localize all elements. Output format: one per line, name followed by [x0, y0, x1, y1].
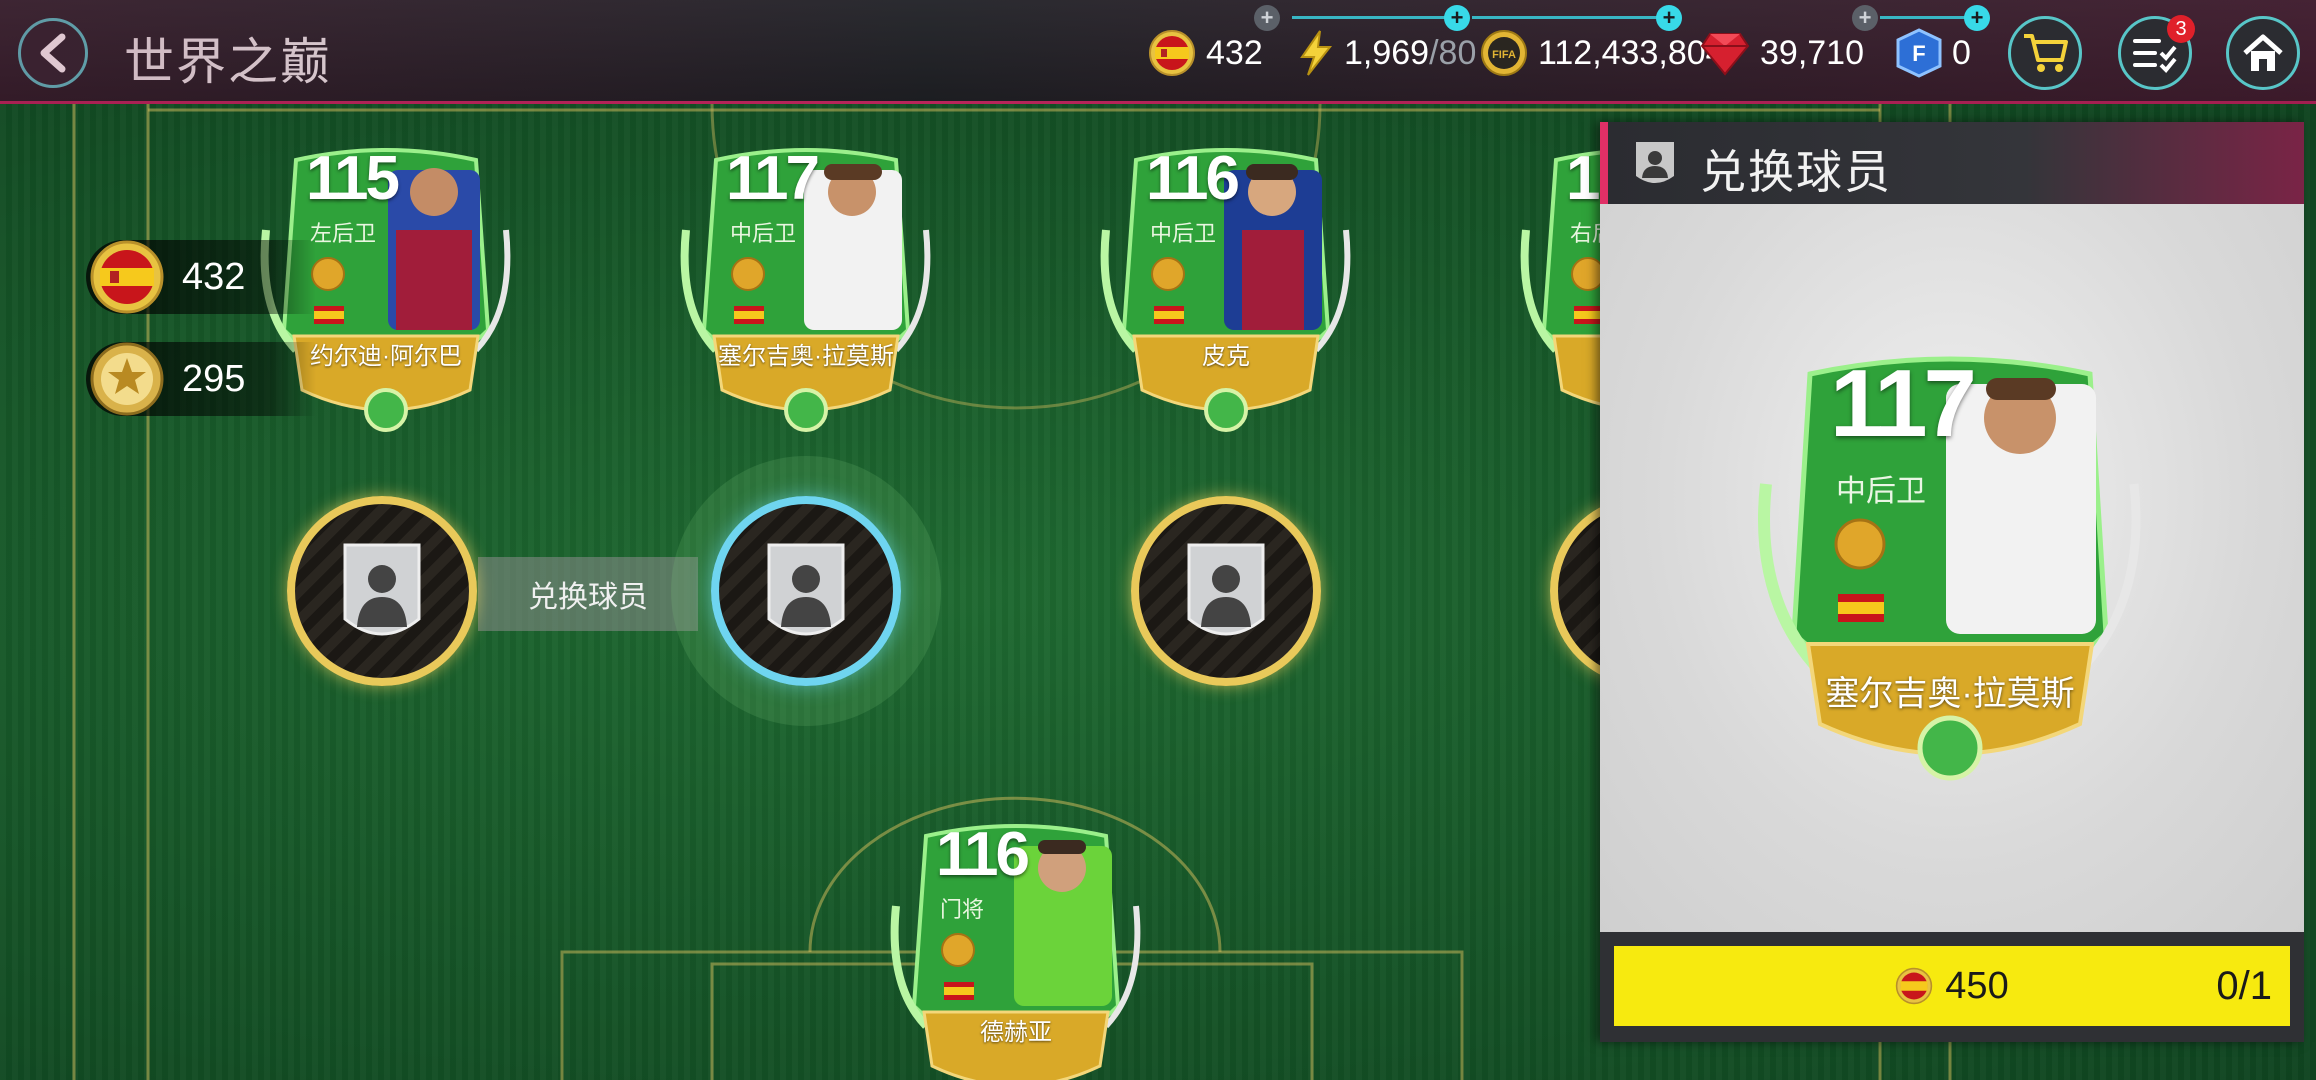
side-token-value: 432 — [182, 255, 246, 298]
shop-button[interactable] — [2008, 16, 2082, 90]
panel-header: 兑换球员 — [1600, 122, 2304, 204]
player-position: 门将 — [940, 897, 985, 922]
top-bar: 世界之巅 + 432 + 1,969/80 + FIFA 112,433,804… — [0, 0, 2316, 104]
fifa-points-value: 0 — [1952, 33, 1971, 72]
coins-counter: FIFA 112,433,804 — [1480, 28, 1725, 78]
spain-token-counter: 432 — [1148, 28, 1263, 78]
exchange-player-tag[interactable]: 兑换球员 — [478, 557, 698, 631]
exchange-buy-button[interactable]: 450 0/1 — [1614, 946, 2290, 1026]
player-name: 塞尔吉奥·拉莫斯 — [718, 343, 894, 370]
coins-value: 112,433,804 — [1538, 33, 1725, 72]
home-button[interactable] — [2226, 16, 2300, 90]
player-silhouette-icon — [1636, 142, 1674, 183]
resource-divider — [1880, 16, 1972, 19]
exchange-count: 0/1 — [2216, 964, 2272, 1008]
player-name: 约尔迪·阿尔巴 — [310, 343, 462, 370]
chevron-left-icon — [40, 33, 66, 73]
resource-divider — [1292, 16, 1462, 19]
stamina-value: 1,969/80 — [1344, 33, 1477, 72]
fifa-points-counter: F 0 — [1896, 28, 1971, 78]
side-token-spain: 432 — [86, 240, 316, 314]
player-silhouette-icon — [767, 543, 845, 636]
add-fifa-points-button[interactable]: + — [1964, 5, 1990, 31]
spain-flag-token-icon — [90, 240, 164, 314]
fifa-coin-icon: FIFA — [1481, 30, 1527, 76]
world-tour-token-icon — [90, 342, 164, 416]
player-card[interactable]: 117 中后卫 塞尔吉奥·拉莫斯 — [676, 140, 936, 440]
player-rating: 116 — [936, 820, 1030, 889]
player-silhouette-icon — [343, 543, 421, 636]
notification-badge: 3 — [2167, 15, 2195, 43]
lightning-icon — [1300, 30, 1333, 76]
fifa-points-icon: F — [1896, 28, 1942, 78]
player-rating: 115 — [306, 144, 400, 213]
featured-player-card: 117 中后卫 塞尔吉奥·拉莫斯 — [1750, 344, 2150, 784]
svg-text:F: F — [1912, 41, 1925, 66]
panel-title: 兑换球员 — [1700, 146, 1892, 198]
svg-text:FIFA: FIFA — [1492, 49, 1516, 61]
gems-value: 39,710 — [1760, 33, 1864, 72]
player-card[interactable]: 116 门将 德赫亚 — [886, 816, 1146, 1080]
player-silhouette-icon — [1187, 543, 1265, 636]
game-screen: 世界之巅 + 432 + 1,969/80 + FIFA 112,433,804… — [0, 0, 2316, 1080]
empty-player-slot[interactable] — [1131, 496, 1321, 686]
add-spain-token-button[interactable]: + — [1254, 5, 1280, 31]
player-rating: 116 — [1146, 144, 1240, 213]
side-token-world-tour: 295 — [86, 342, 316, 416]
empty-player-slot[interactable] — [287, 496, 477, 686]
spain-flag-token-icon — [1149, 30, 1195, 76]
add-stamina-button[interactable]: + — [1444, 5, 1470, 31]
selected-player-slot[interactable] — [711, 496, 901, 686]
home-icon — [2243, 34, 2283, 71]
player-rating: 117 — [726, 144, 820, 213]
exchange-panel: 兑换球员 117 中后卫 塞尔吉奥·拉莫斯 450 0/1 — [1600, 122, 2304, 1042]
tasks-button[interactable]: 3 — [2118, 15, 2195, 90]
side-token-value: 295 — [182, 357, 246, 400]
player-card[interactable]: 116 中后卫 皮克 — [1096, 140, 1356, 440]
add-gems-button[interactable]: + — [1852, 5, 1878, 31]
player-position: 左后卫 — [310, 221, 377, 246]
player-position: 中后卫 — [730, 221, 797, 246]
player-position: 中后卫 — [1836, 475, 1926, 508]
back-button[interactable] — [18, 18, 88, 88]
panel-body: 117 中后卫 塞尔吉奥·拉莫斯 — [1600, 204, 2304, 932]
player-name: 塞尔吉奥·拉莫斯 — [1825, 675, 2075, 713]
shopping-cart-icon — [2024, 34, 2068, 72]
player-rating: 117 — [1830, 350, 1977, 457]
gems-counter: 39,710 — [1700, 28, 1864, 78]
spain-flag-token-icon — [1896, 967, 1933, 1005]
stamina-counter: 1,969/80 — [1298, 28, 1476, 78]
player-name: 德赫亚 — [980, 1019, 1052, 1046]
gem-icon — [1700, 33, 1750, 76]
exchange-price: 450 — [1945, 964, 2009, 1007]
spain-token-value: 432 — [1206, 33, 1263, 72]
player-rating: 1 — [1566, 144, 1601, 213]
add-coins-button[interactable]: + — [1656, 5, 1682, 31]
panel-footer: 450 0/1 — [1600, 932, 2304, 1042]
resource-divider — [1472, 16, 1662, 19]
player-position: 中后卫 — [1150, 221, 1217, 246]
player-name: 皮克 — [1202, 343, 1250, 370]
page-title: 世界之巅 — [124, 34, 332, 90]
